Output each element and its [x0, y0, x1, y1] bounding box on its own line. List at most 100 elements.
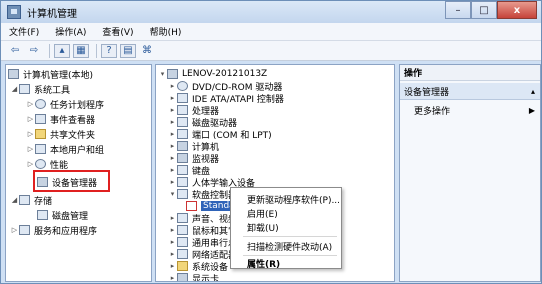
actions-pane: 操作 设备管理器 ▴ 更多操作 ▶	[399, 64, 541, 282]
performance-icon	[35, 159, 46, 169]
tree-item-label: 服务和应用程序	[34, 226, 98, 237]
expand-triangle-icon[interactable]: ▸	[168, 142, 177, 150]
properties-icon[interactable]: ▤	[120, 43, 136, 58]
tree-item-label: 任务计划程序	[50, 100, 105, 111]
tree-item-event-viewer[interactable]: ▷ 事件查看器	[26, 112, 95, 126]
context-properties[interactable]: 属性(R)	[247, 256, 280, 270]
computer-management-window: 计算机管理 – □ x 文件(F) 操作(A) 查看(V) 帮助(H) ⇦ ⇨ …	[0, 0, 542, 284]
expand-triangle-icon[interactable]: ▸	[168, 238, 177, 246]
console-tree-icon[interactable]: ▦	[73, 43, 89, 58]
event-viewer-icon	[35, 114, 46, 124]
expand-triangle-icon[interactable]: ▷	[26, 100, 35, 108]
device-category[interactable]: ▸ 显示卡	[168, 271, 220, 282]
floppy-controller-icon	[177, 189, 188, 199]
computer-management-icon	[7, 5, 21, 19]
context-uninstall[interactable]: 卸载(U)	[247, 220, 279, 234]
context-update-driver[interactable]: 更新驱动程序软件(P)...	[247, 192, 340, 206]
expand-triangle-icon[interactable]: ▷	[26, 130, 35, 138]
more-actions-item[interactable]: 更多操作 ▶	[414, 103, 540, 117]
expand-triangle-icon[interactable]: ▸	[168, 166, 177, 174]
context-scan-hardware[interactable]: 扫描检测硬件改动(A)	[247, 239, 332, 253]
context-menu: 更新驱动程序软件(P)... 启用(E) 卸载(U) 扫描检测硬件改动(A) 属…	[230, 187, 342, 270]
help-icon[interactable]: ?	[101, 43, 117, 58]
expand-triangle-icon[interactable]: ▸	[168, 130, 177, 138]
computer-icon	[167, 69, 178, 79]
context-enable[interactable]: 启用(E)	[247, 206, 278, 220]
tree-item-label: 性能	[50, 160, 69, 171]
dvd-drive-icon	[177, 81, 188, 91]
expand-triangle-icon[interactable]: ▸	[168, 226, 177, 234]
collapse-triangle-icon[interactable]: ◢	[10, 85, 19, 93]
monitor-icon	[177, 153, 188, 163]
menu-file[interactable]: 文件(F)	[1, 25, 47, 38]
storage-icon	[19, 195, 30, 205]
submenu-arrow-icon: ▶	[528, 105, 535, 115]
expand-triangle-icon[interactable]: ▸	[168, 274, 177, 281]
hid-icon	[177, 177, 188, 187]
tree-item-label: 系统工具	[34, 85, 71, 96]
tree-item-performance[interactable]: ▷ 性能	[26, 157, 68, 171]
network-adapter-icon	[177, 249, 188, 259]
scan-hardware-icon[interactable]: ⌘	[139, 44, 155, 58]
expand-triangle-icon[interactable]: ▸	[168, 94, 177, 102]
shared-folder-icon	[35, 129, 46, 139]
ide-controller-icon	[177, 93, 188, 103]
expand-triangle-icon[interactable]: ▸	[168, 106, 177, 114]
menu-action[interactable]: 操作(A)	[47, 25, 94, 38]
expand-triangle-icon[interactable]: ▸	[168, 214, 177, 222]
title-bar: 计算机管理 – □ x	[1, 1, 541, 23]
expand-triangle-icon[interactable]: ▸	[168, 250, 177, 258]
expand-triangle-icon[interactable]: ▷	[26, 160, 35, 168]
disabled-device-icon	[186, 201, 197, 211]
menu-bar: 文件(F) 操作(A) 查看(V) 帮助(H)	[1, 23, 541, 41]
keyboard-icon	[177, 165, 188, 175]
tree-item-computer-management-local[interactable]: 计算机管理(本地)	[8, 67, 93, 81]
actions-device-manager-item[interactable]: 设备管理器 ▴	[400, 83, 540, 100]
collapse-triangle-icon[interactable]: ◢	[10, 196, 19, 204]
menu-view[interactable]: 查看(V)	[94, 25, 141, 38]
menu-help[interactable]: 帮助(H)	[142, 25, 190, 38]
minimize-button[interactable]: –	[445, 1, 471, 19]
maximize-button[interactable]: □	[471, 1, 497, 19]
expand-triangle-icon[interactable]: ▷	[26, 145, 35, 153]
tree-item-disk-management[interactable]: 磁盘管理	[37, 208, 88, 222]
disk-icon	[37, 210, 48, 220]
close-button[interactable]: x	[497, 1, 537, 19]
computer-icon	[8, 69, 19, 79]
tree-item-label: 共享文件夹	[50, 130, 96, 141]
collapse-triangle-icon[interactable]: ▾	[168, 190, 177, 198]
expand-triangle-icon[interactable]: ▸	[168, 154, 177, 162]
services-icon	[19, 225, 30, 235]
collapse-triangle-icon[interactable]: ▾	[158, 70, 167, 78]
tree-item-storage[interactable]: ◢ 存储	[10, 193, 52, 207]
system-devices-icon	[177, 261, 188, 271]
expand-triangle-icon[interactable]: ▸	[168, 262, 177, 270]
tree-item-local-users-groups[interactable]: ▷ 本地用户和组	[26, 142, 104, 156]
tree-item-task-scheduler[interactable]: ▷ 任务计划程序	[26, 97, 104, 111]
expand-triangle-icon[interactable]: ▷	[10, 226, 19, 234]
forward-arrow-icon[interactable]: ⇨	[26, 44, 42, 58]
tree-item-system-tools[interactable]: ◢ 系统工具	[10, 82, 70, 96]
tree-item-label: 事件查看器	[50, 115, 96, 126]
device-label: 显示卡	[192, 274, 220, 282]
computer-icon	[177, 141, 188, 151]
tree-item-label: 计算机管理(本地)	[23, 70, 94, 81]
expand-triangle-icon[interactable]: ▸	[168, 82, 177, 90]
disk-drive-icon	[177, 117, 188, 127]
display-adapter-icon	[177, 273, 188, 281]
expand-triangle-icon[interactable]: ▷	[26, 115, 35, 123]
tools-icon	[19, 84, 30, 94]
processor-icon	[177, 105, 188, 115]
mouse-icon	[177, 225, 188, 235]
tree-item-shared-folders[interactable]: ▷ 共享文件夹	[26, 127, 95, 141]
tree-item-label: 磁盘管理	[52, 211, 89, 222]
expand-triangle-icon[interactable]: ▸	[168, 118, 177, 126]
toolbar-separator	[49, 43, 50, 58]
up-folder-icon[interactable]: ▴	[54, 43, 70, 58]
expand-triangle-icon[interactable]: ▸	[168, 178, 177, 186]
device-manager-highlight-box	[33, 170, 110, 192]
back-arrow-icon[interactable]: ⇦	[7, 44, 23, 58]
tree-item-services-applications[interactable]: ▷ 服务和应用程序	[10, 223, 97, 237]
users-icon	[35, 144, 46, 154]
collapse-arrow-icon[interactable]: ▴	[531, 87, 535, 96]
